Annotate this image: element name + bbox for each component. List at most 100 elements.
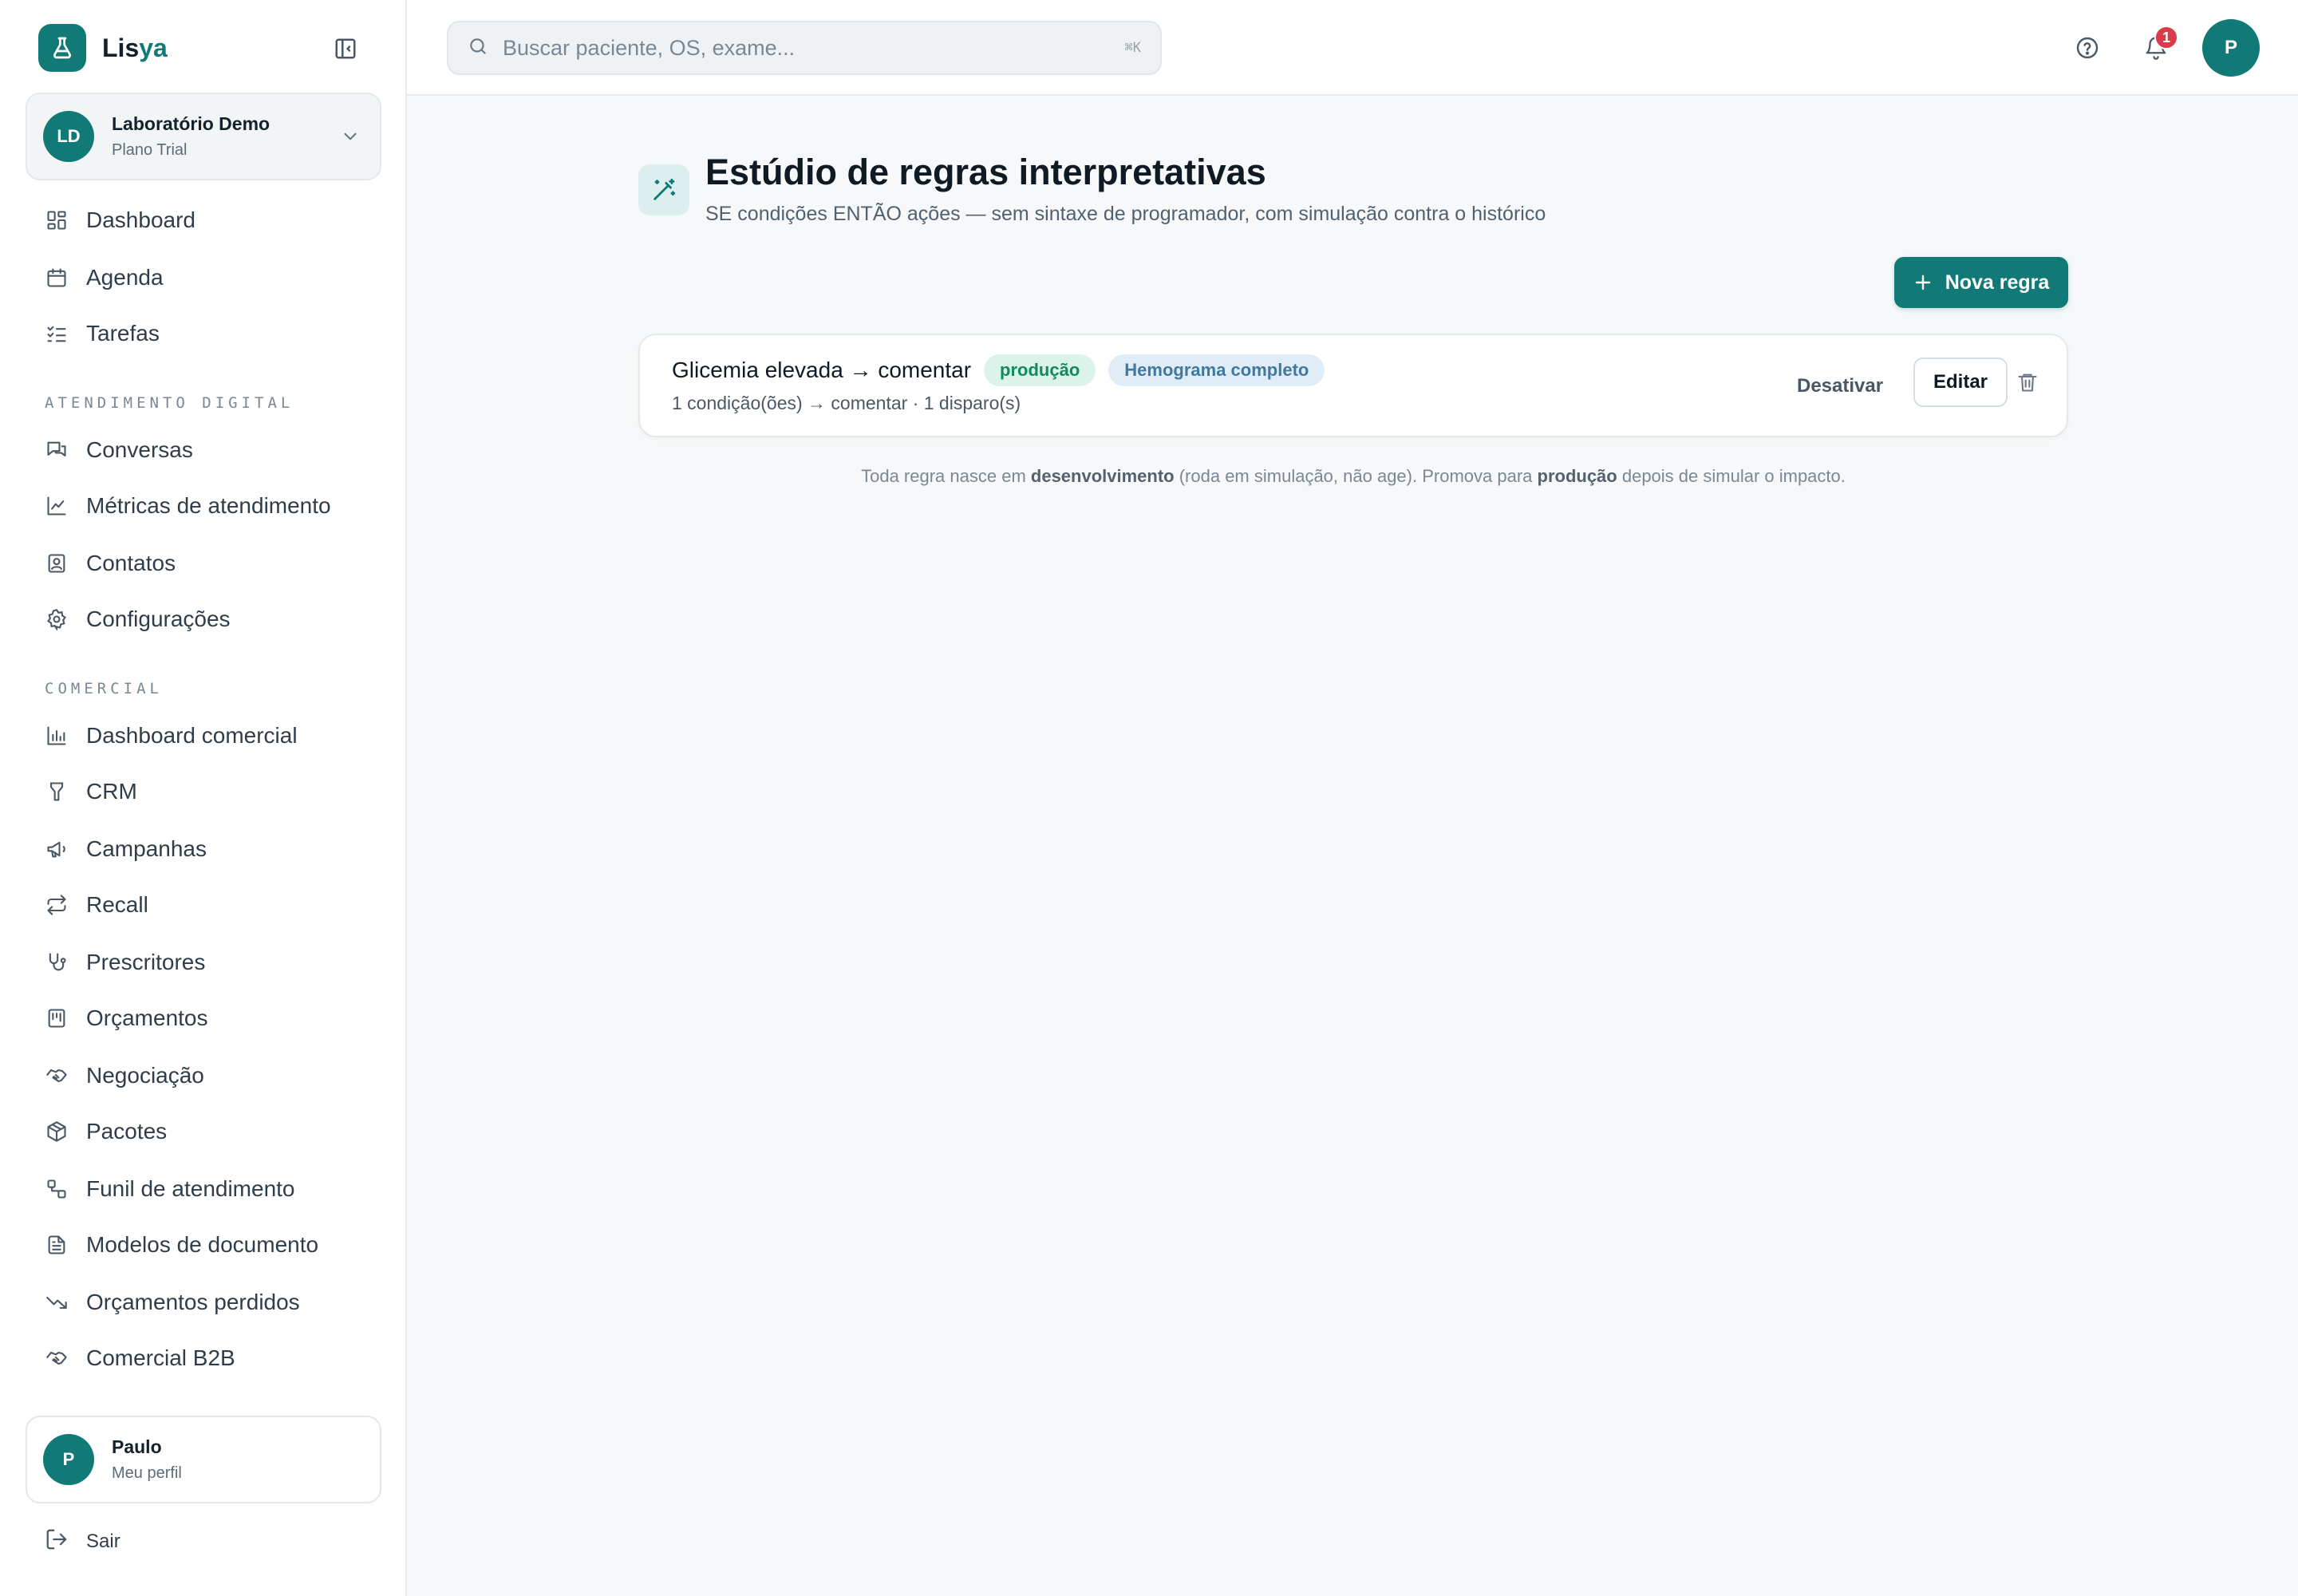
help-button[interactable] [2071, 32, 2103, 64]
sidebar-item-tarefas[interactable]: Tarefas [26, 311, 381, 356]
sidebar-item-metricas[interactable]: Métricas de atendimento [26, 484, 381, 528]
search-icon [468, 36, 488, 61]
layout-grid-icon [45, 208, 69, 232]
wand-icon [638, 164, 689, 215]
sidebar-item-label: Agenda [86, 265, 164, 290]
sidebar-item-label: Configurações [86, 606, 231, 631]
sidebar-item-configuracoes[interactable]: Configurações [26, 597, 381, 642]
flask-icon [38, 24, 86, 72]
page-subtitle: SE condições ENTÃO ações — sem sintaxe d… [705, 203, 1546, 225]
search-input[interactable] [503, 35, 1093, 61]
sidebar-item-label: Dashboard [86, 207, 195, 232]
sidebar-item-agenda[interactable]: Agenda [26, 255, 381, 300]
new-rule-button[interactable]: Nova regra [1894, 257, 2068, 308]
handshake-icon [45, 1346, 69, 1370]
sidebar-item-pacotes[interactable]: Pacotes [26, 1109, 381, 1154]
logout-button[interactable]: Sair [45, 1527, 120, 1555]
org-name: Laboratório Demo [112, 113, 270, 134]
sidebar-item-label: Campanhas [86, 836, 207, 861]
trash-icon [2018, 373, 2037, 392]
help-circle-icon [2076, 37, 2099, 59]
contact-icon [45, 551, 69, 575]
sidebar-item-label: Prescritores [86, 950, 206, 974]
page-title: Estúdio de regras interpretativas [705, 152, 1266, 192]
sidebar-item-label: Métricas de atendimento [86, 493, 331, 518]
sidebar-item-funil[interactable]: Funil de atendimento [26, 1167, 381, 1211]
sidebar-item-conversas[interactable]: Conversas [26, 428, 381, 472]
panel-left-icon [335, 38, 356, 59]
sidebar-item-label: Funil de atendimento [86, 1176, 295, 1201]
profile-card[interactable]: P Paulo Meu perfil [26, 1416, 381, 1503]
trending-down-icon [45, 1290, 69, 1314]
chevron-down-icon [340, 126, 361, 151]
brand-name: Lisya [102, 33, 168, 62]
sidebar-item-prescritores[interactable]: Prescritores [26, 940, 381, 985]
rule-name: Glicemia elevada → comentar [672, 358, 972, 382]
repeat-icon [45, 893, 69, 917]
sidebar-item-label: Conversas [86, 437, 193, 462]
org-plan: Plano Trial [112, 141, 188, 159]
section-title-atendimento: ATENDIMENTO DIGITAL [45, 394, 294, 412]
sidebar-item-dashboard-comercial[interactable]: Dashboard comercial [26, 713, 381, 758]
collapse-sidebar-button[interactable] [332, 35, 359, 62]
sidebar-item-label: Tarefas [86, 321, 160, 346]
sidebar-item-label: Orçamentos [86, 1005, 208, 1030]
search-shortcut: ⌘K [1124, 40, 1141, 56]
avatar: P [43, 1434, 94, 1485]
sidebar-item-recall[interactable]: Recall [26, 883, 381, 927]
sidebar-item-label: Pacotes [86, 1119, 168, 1144]
workflow-icon [45, 1177, 69, 1201]
line-chart-icon [45, 494, 69, 518]
rule-card: Glicemia elevada → comentar produção Hem… [638, 334, 2068, 437]
profile-link: Meu perfil [112, 1464, 182, 1482]
messages-icon [45, 438, 69, 462]
receipt-icon [45, 1006, 69, 1030]
topbar: ⌘K 1 P [407, 0, 2298, 96]
exam-badge: Hemograma completo [1108, 354, 1325, 386]
sidebar: Lisya LD Laboratório Demo Plano Trial Da… [0, 0, 407, 1596]
sidebar-item-label: Contatos [86, 551, 176, 575]
edit-button[interactable]: Editar [1913, 358, 2008, 407]
file-text-icon [45, 1233, 69, 1257]
sidebar-item-modelos-documento[interactable]: Modelos de documento [26, 1223, 381, 1267]
log-out-icon [45, 1527, 69, 1555]
sidebar-item-label: Negociação [86, 1063, 204, 1088]
new-rule-label: Nova regra [1945, 271, 2050, 294]
sidebar-item-label: CRM [86, 779, 137, 804]
user-avatar[interactable]: P [2202, 19, 2260, 77]
sidebar-item-crm[interactable]: CRM [26, 769, 381, 814]
sidebar-item-comercial-b2b[interactable]: Comercial B2B [26, 1336, 381, 1381]
status-badge: produção [984, 354, 1096, 386]
profile-name: Paulo [112, 1436, 162, 1457]
org-switcher[interactable]: LD Laboratório Demo Plano Trial [26, 93, 381, 180]
brand[interactable]: Lisya [38, 24, 168, 72]
sidebar-item-label: Modelos de documento [86, 1232, 319, 1257]
org-avatar: LD [43, 111, 94, 162]
logout-label: Sair [86, 1530, 120, 1552]
funnel-icon [45, 780, 69, 804]
notification-badge: 1 [2154, 26, 2178, 49]
sidebar-item-label: Dashboard comercial [86, 723, 298, 748]
handshake-icon [45, 1064, 69, 1088]
bar-chart-icon [45, 724, 69, 748]
sidebar-item-label: Recall [86, 892, 148, 917]
sidebar-item-label: Orçamentos perdidos [86, 1290, 300, 1314]
sidebar-item-negociacao[interactable]: Negociação [26, 1053, 381, 1098]
megaphone-icon [45, 837, 69, 861]
list-checks-icon [45, 322, 69, 346]
footnote: Toda regra nasce em desenvolvimento (rod… [861, 466, 1846, 486]
section-title-comercial: COMERCIAL [45, 680, 163, 697]
rule-meta: 1 condição(ões) → comentar · 1 disparo(s… [672, 393, 1021, 413]
sidebar-item-label: Comercial B2B [86, 1345, 235, 1370]
search-bar[interactable]: ⌘K [447, 21, 1162, 75]
package-icon [45, 1120, 69, 1144]
sidebar-item-dashboard[interactable]: Dashboard [26, 198, 381, 243]
sidebar-item-campanhas[interactable]: Campanhas [26, 827, 381, 871]
deactivate-button[interactable]: Desativar [1797, 367, 1883, 405]
delete-button[interactable] [2014, 369, 2041, 396]
sidebar-item-contatos[interactable]: Contatos [26, 541, 381, 586]
calendar-icon [45, 266, 69, 290]
stethoscope-icon [45, 950, 69, 974]
sidebar-item-orcamentos[interactable]: Orçamentos [26, 996, 381, 1041]
sidebar-item-orcamentos-perdidos[interactable]: Orçamentos perdidos [26, 1280, 381, 1325]
